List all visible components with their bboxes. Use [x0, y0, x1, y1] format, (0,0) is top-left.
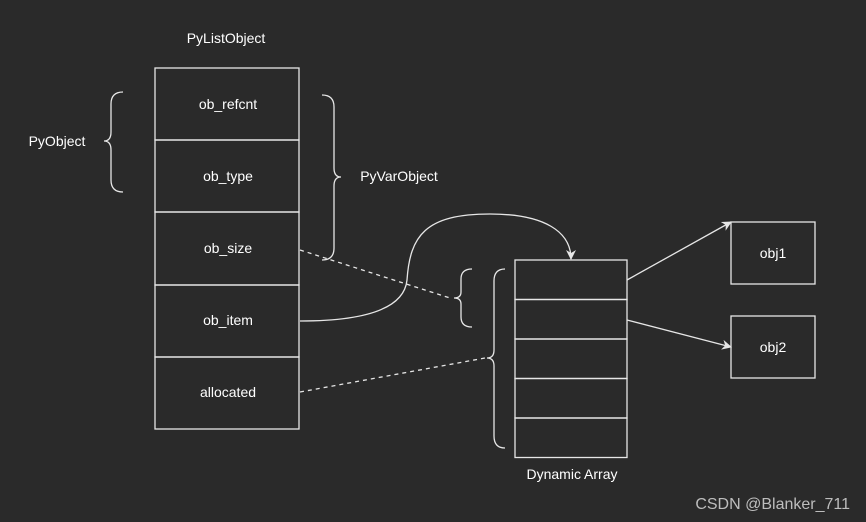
- obj1-label: obj1: [760, 245, 787, 261]
- array-cell: [514, 338, 628, 380]
- field-label: ob_size: [204, 240, 252, 256]
- pyobject-brace: [103, 91, 124, 193]
- dynamic-array-label: Dynamic Array: [526, 466, 617, 482]
- allocated-brace: [486, 268, 506, 449]
- ob-size-dashed-link: [299, 249, 451, 299]
- watermark: CSDN @Blanker_711: [695, 496, 850, 513]
- array-cell: [514, 259, 628, 301]
- field-label: allocated: [200, 384, 256, 400]
- pyvarobject-label: PyVarObject: [360, 168, 438, 184]
- size-brace: [453, 268, 473, 328]
- ob-item-pointer-arrow: [299, 213, 576, 322]
- array-cell: [514, 298, 628, 340]
- dynamic-array: [514, 259, 628, 459]
- pyobject-label: PyObject: [29, 133, 86, 149]
- field-label: ob_item: [203, 312, 253, 328]
- field-label: ob_type: [203, 168, 253, 184]
- allocated-dashed-link: [299, 357, 486, 393]
- array-cell: [514, 377, 628, 419]
- obj2-label: obj2: [760, 339, 787, 355]
- array-cell: [514, 417, 628, 459]
- pyvarobject-brace: [321, 94, 342, 261]
- pylistobject-struct: ob_refcnt ob_type ob_size ob_item alloca…: [154, 67, 300, 430]
- diagram-canvas: PyListObject ob_refcnt ob_type ob_size o…: [29, 30, 851, 513]
- field-label: ob_refcnt: [199, 96, 257, 112]
- obj1-pointer-arrow: [626, 221, 732, 281]
- obj2-pointer-arrow: [626, 319, 732, 350]
- pylistobject-title: PyListObject: [187, 30, 266, 46]
